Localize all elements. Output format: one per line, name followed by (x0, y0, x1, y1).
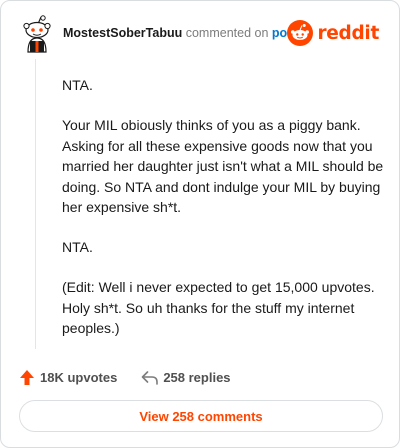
comment-header: MostestSoberTabuu commented on post redd… (15, 15, 385, 53)
thread-line[interactable] (35, 59, 36, 349)
upvote-count: 18K upvotes (40, 369, 118, 385)
snoo-avatar-icon[interactable] (19, 15, 55, 53)
reply-count: 258 replies (163, 369, 231, 385)
upvote-arrow-icon (20, 369, 34, 385)
replies-button[interactable]: 258 replies (141, 369, 231, 385)
reddit-logo-icon (287, 20, 314, 46)
comment-paragraph: Your MIL obiously thinks of you as a pig… (62, 117, 384, 215)
comment-paragraph: NTA. (62, 77, 93, 93)
view-comments-button[interactable]: View 258 comments (19, 400, 383, 432)
comment-body: NTA. Your MIL obiously thinks of you as … (62, 75, 390, 358)
upvote-button[interactable]: 18K upvotes (19, 369, 117, 386)
comment-paragraph: (Edit: Well i never expected to get 15,0… (62, 279, 375, 336)
commented-on-label: commented on (185, 26, 269, 40)
reddit-wordmark: reddit (317, 22, 379, 44)
username-link[interactable]: MostestSoberTabuu (63, 26, 182, 40)
reddit-brand[interactable]: reddit (287, 19, 379, 47)
comment-meta: MostestSoberTabuu commented on post (63, 26, 298, 40)
reply-arrow-icon (142, 370, 159, 385)
comment-footer: 18K upvotes 258 replies (19, 368, 231, 386)
comment-paragraph: NTA. (62, 239, 93, 255)
comment-card: MostestSoberTabuu commented on post redd… (0, 0, 400, 448)
